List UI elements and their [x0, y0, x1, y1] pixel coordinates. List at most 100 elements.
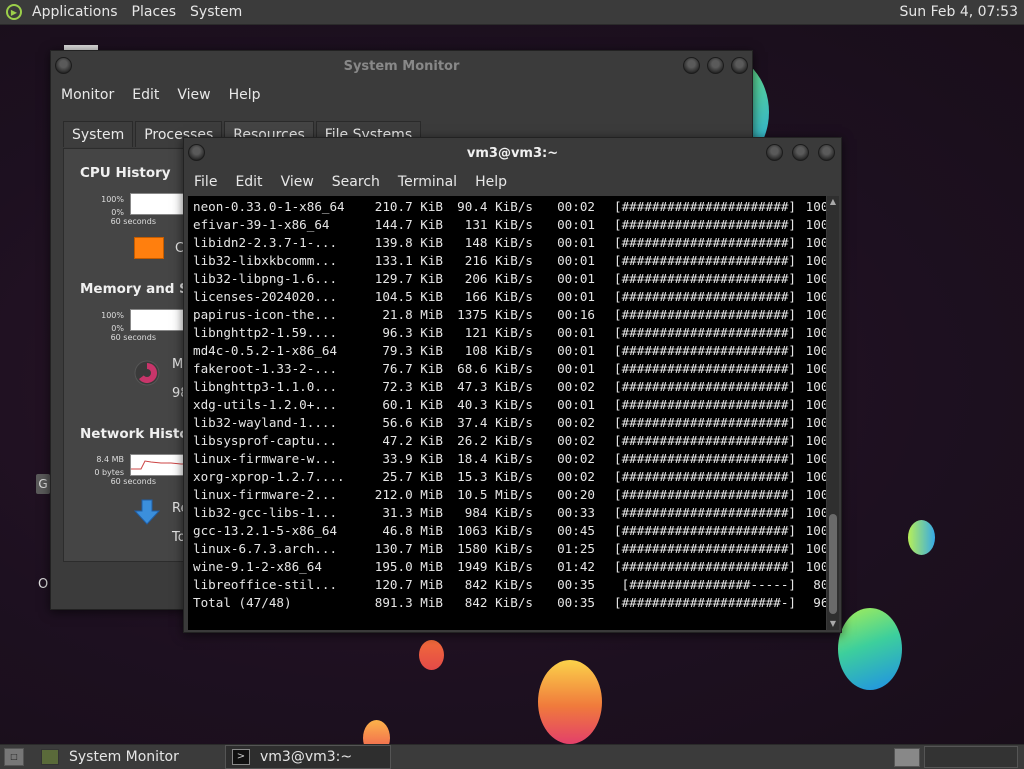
- memory-pie-icon[interactable]: [134, 360, 160, 386]
- wallpaper-bubble: [538, 660, 602, 744]
- network-download-arrow-icon[interactable]: [133, 498, 161, 526]
- progress-bar-text: [######################]: [614, 379, 796, 394]
- terminal-window: vm3@vm3:~ File Edit View Search Terminal…: [183, 137, 842, 633]
- cpu-color-swatch[interactable]: [134, 237, 164, 259]
- terminal-line: md4c-0.5.2-1-x86_64 79.3 KiB 108 KiB/s 00:0…: [193, 342, 826, 360]
- package-name: libreoffice-stil...: [193, 577, 338, 592]
- scroll-up-arrow-icon[interactable]: ▲: [827, 196, 839, 208]
- terminal-line: fakeroot-1.33-2-... 76.7 KiB 68.6 KiB/s 00:…: [193, 360, 826, 378]
- menu-terminal[interactable]: Terminal: [398, 174, 457, 190]
- progress-percent: 100%: [805, 379, 826, 394]
- download-rate: 131 KiB/s: [464, 217, 533, 232]
- progress-percent: 100%: [805, 415, 826, 430]
- menu-help[interactable]: Help: [229, 87, 261, 103]
- package-name: lib32-gcc-libs-1...: [193, 505, 338, 520]
- workspace-switcher-2[interactable]: [924, 746, 1018, 768]
- menu-edit[interactable]: Edit: [132, 87, 159, 103]
- progress-bar-text: [######################]: [614, 271, 796, 286]
- menu-view[interactable]: View: [177, 87, 210, 103]
- scrollbar-thumb[interactable]: [829, 514, 837, 614]
- elapsed-time: 00:01: [557, 397, 595, 412]
- progress-bar-text: [######################]: [614, 505, 796, 520]
- menu-edit[interactable]: Edit: [235, 174, 262, 190]
- terminal-line: lib32-libxkbcomm... 133.1 KiB 216 KiB/s 00:…: [193, 252, 826, 270]
- close-button[interactable]: [731, 57, 748, 74]
- taskbar-label: System Monitor: [69, 749, 179, 765]
- menu-search[interactable]: Search: [332, 174, 380, 190]
- taskbar-terminal[interactable]: > vm3@vm3:~: [225, 745, 391, 769]
- package-name: xdg-utils-1.2.0+...: [193, 397, 338, 412]
- maximize-button[interactable]: [707, 57, 724, 74]
- taskbar-system-monitor[interactable]: System Monitor: [34, 745, 198, 769]
- terminal-line: linux-6.7.3.arch... 130.7 MiB 1580 KiB/s 01…: [193, 540, 826, 558]
- minimize-button[interactable]: [683, 57, 700, 74]
- workspace-switcher-1[interactable]: [894, 747, 920, 767]
- elapsed-time: 00:35: [557, 577, 595, 592]
- menu-places[interactable]: Places: [132, 4, 177, 20]
- menu-file[interactable]: File: [194, 174, 217, 190]
- close-button[interactable]: [818, 144, 835, 161]
- show-desktop-icon[interactable]: □: [4, 748, 24, 766]
- terminal-line: linux-firmware-w... 33.9 KiB 18.4 KiB/s 00:…: [193, 450, 826, 468]
- window-menu-button[interactable]: [55, 57, 72, 74]
- terminal-output[interactable]: neon-0.33.0-1-x86_64 210.7 KiB 90.4 KiB/s 0…: [188, 196, 826, 630]
- clock[interactable]: Sun Feb 4, 07:53: [900, 4, 1018, 20]
- scroll-down-arrow-icon[interactable]: ▼: [827, 618, 839, 630]
- elapsed-time: 00:20: [557, 487, 595, 502]
- package-name: md4c-0.5.2-1-x86_64: [193, 343, 338, 358]
- terminal-line: lib32-gcc-libs-1... 31.3 MiB 984 KiB/s 00:3…: [193, 504, 826, 522]
- download-rate: 1580 KiB/s: [457, 541, 533, 556]
- menu-view[interactable]: View: [281, 174, 314, 190]
- menu-applications[interactable]: Applications: [32, 4, 118, 20]
- package-size: 56.6 KiB: [382, 415, 443, 430]
- package-size: 72.3 KiB: [382, 379, 443, 394]
- elapsed-time: 00:01: [557, 253, 595, 268]
- memory-graph-ybottom: 0%: [111, 324, 124, 333]
- progress-percent: 100%: [805, 397, 826, 412]
- elapsed-time: 00:02: [557, 469, 595, 484]
- progress-bar-text: [#####################-]: [614, 595, 796, 610]
- system-monitor-titlebar[interactable]: System Monitor: [51, 51, 752, 81]
- package-size: 46.8 MiB: [382, 523, 443, 538]
- terminal-line: libnghttp3-1.1.0... 72.3 KiB 47.3 KiB/s 00:…: [193, 378, 826, 396]
- package-name: libidn2-2.3.7-1-...: [193, 235, 338, 250]
- background-button-fragment[interactable]: G: [36, 474, 50, 494]
- menu-help[interactable]: Help: [475, 174, 507, 190]
- maximize-button[interactable]: [792, 144, 809, 161]
- progress-percent: 100%: [805, 433, 826, 448]
- terminal-line: gcc-13.2.1-5-x86_64 46.8 MiB 1063 KiB/s 00:…: [193, 522, 826, 540]
- applications-logo-icon[interactable]: ▶: [6, 4, 22, 20]
- progress-percent: 100%: [805, 523, 826, 538]
- progress-bar-text: [################-----]: [621, 577, 796, 592]
- progress-bar-text: [######################]: [614, 253, 796, 268]
- terminal-titlebar[interactable]: vm3@vm3:~: [184, 138, 841, 168]
- elapsed-time: 00:01: [557, 235, 595, 250]
- package-name: efivar-39-1-x86_64: [193, 217, 330, 232]
- download-rate: 984 KiB/s: [464, 505, 533, 520]
- download-rate: 108 KiB/s: [464, 343, 533, 358]
- progress-percent: 96%: [813, 595, 826, 610]
- menu-system[interactable]: System: [190, 4, 242, 20]
- window-menu-button[interactable]: [188, 144, 205, 161]
- progress-percent: 100%: [805, 487, 826, 502]
- package-name: libsysprof-captu...: [193, 433, 338, 448]
- terminal-line: libnghttp2-1.59.... 96.3 KiB 121 KiB/s 00:0…: [193, 324, 826, 342]
- progress-percent: 100%: [805, 469, 826, 484]
- progress-bar-text: [######################]: [614, 235, 796, 250]
- package-size: 25.7 KiB: [382, 469, 443, 484]
- progress-bar-text: [######################]: [614, 397, 796, 412]
- package-name: libnghttp2-1.59....: [193, 325, 338, 340]
- terminal-scrollbar[interactable]: ▲ ▼: [827, 196, 839, 630]
- download-rate: 40.3 KiB/s: [457, 397, 533, 412]
- progress-bar-text: [######################]: [614, 415, 796, 430]
- menu-monitor[interactable]: Monitor: [61, 87, 114, 103]
- background-text-fragment: O: [38, 577, 49, 592]
- minimize-button[interactable]: [766, 144, 783, 161]
- terminal-line: xdg-utils-1.2.0+... 60.1 KiB 40.3 KiB/s 00:…: [193, 396, 826, 414]
- terminal-line: linux-firmware-2... 212.0 MiB 10.5 MiB/s 00…: [193, 486, 826, 504]
- terminal-line: neon-0.33.0-1-x86_64 210.7 KiB 90.4 KiB/s 0…: [193, 198, 826, 216]
- wallpaper-bubble: [908, 520, 935, 555]
- tab-system[interactable]: System: [63, 121, 134, 147]
- download-rate: 206 KiB/s: [464, 271, 533, 286]
- package-name: linux-firmware-w...: [193, 451, 338, 466]
